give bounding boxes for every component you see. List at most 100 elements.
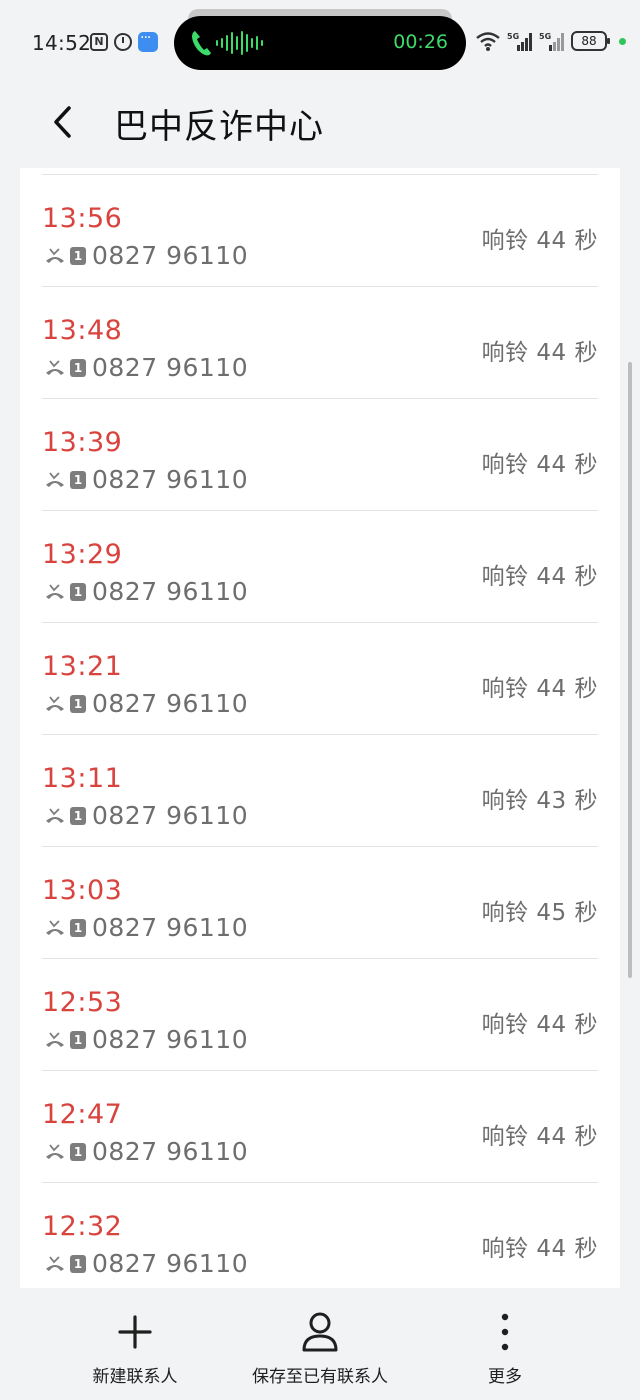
call-number: 0827 96110 [92, 465, 249, 494]
call-log-row[interactable]: 13:39 1 0827 96110 响铃 44 秒 [20, 399, 620, 511]
new-contact-label: 新建联系人 [92, 1367, 178, 1387]
wifi-icon [476, 32, 500, 51]
privacy-indicator-dot [619, 37, 626, 45]
status-time: 14:52 [32, 31, 92, 55]
call-log-row[interactable]: 12:47 1 0827 96110 响铃 44 秒 [20, 1071, 620, 1183]
sim-icon: 1 [70, 806, 86, 825]
battery-icon: 88 [571, 31, 610, 51]
sim-icon: 1 [70, 694, 86, 713]
call-time: 13:56 [42, 203, 123, 234]
sim-icon: 1 [70, 1030, 86, 1049]
new-contact-button[interactable]: 新建联系人 [90, 1308, 180, 1387]
call-duration: 响铃 43 秒 [481, 788, 598, 814]
call-time: 13:21 [42, 651, 123, 682]
missed-call-icon [46, 247, 64, 263]
call-number: 0827 96110 [92, 577, 249, 606]
call-time: 13:03 [42, 875, 123, 906]
call-log-row[interactable]: 12:32 1 0827 96110 响铃 44 秒 [20, 1183, 620, 1288]
call-duration: 响铃 44 秒 [481, 1124, 598, 1150]
call-duration: 响铃 44 秒 [481, 340, 598, 366]
call-time: 13:48 [42, 315, 123, 346]
call-log-row[interactable]: 13:11 1 0827 96110 响铃 43 秒 [20, 735, 620, 847]
call-details: 1 0827 96110 [44, 913, 248, 942]
call-duration: 响铃 44 秒 [481, 564, 598, 590]
call-number: 0827 96110 [92, 1249, 249, 1278]
back-button[interactable] [40, 100, 84, 144]
call-number: 0827 96110 [92, 801, 249, 830]
call-number: 0827 96110 [92, 241, 249, 270]
call-time: 12:47 [42, 1099, 123, 1130]
call-details: 1 0827 96110 [44, 241, 248, 270]
call-details: 1 0827 96110 [44, 1249, 248, 1278]
call-duration: 响铃 44 秒 [481, 1012, 598, 1038]
sim-icon: 1 [70, 918, 86, 937]
voice-wave-icon [216, 30, 263, 56]
status-left-icons: N [90, 30, 158, 52]
call-log-row[interactable]: 13:48 1 0827 96110 响铃 44 秒 [20, 287, 620, 399]
call-details: 1 0827 96110 [44, 353, 248, 382]
signal-5g-icon: 5G [507, 32, 532, 51]
call-duration: 响铃 44 秒 [481, 452, 598, 478]
title-bar: 巴中反诈中心 [0, 86, 640, 166]
signal-5g-icon: 5G [539, 32, 564, 51]
call-number: 0827 96110 [92, 689, 249, 718]
scrollbar[interactable] [628, 362, 632, 978]
call-details: 1 0827 96110 [44, 1137, 248, 1166]
plus-icon [118, 1315, 152, 1349]
missed-call-icon [46, 1031, 64, 1047]
nfc-icon: N [90, 33, 108, 51]
sim-icon: 1 [70, 358, 86, 377]
svg-text:5G: 5G [507, 32, 519, 41]
person-icon [302, 1312, 338, 1352]
call-timer: 00:26 [393, 31, 448, 53]
call-number: 0827 96110 [92, 1025, 249, 1054]
call-duration: 响铃 44 秒 [481, 228, 598, 254]
message-icon [138, 30, 158, 52]
sim-icon: 1 [70, 246, 86, 265]
missed-call-icon [46, 471, 64, 487]
status-bar: 14:52 N 00:26 5G 5G [0, 0, 640, 86]
call-duration: 响铃 45 秒 [481, 900, 598, 926]
missed-call-icon [46, 583, 64, 599]
save-to-existing-contact-button[interactable]: 保存至已有联系人 [246, 1308, 394, 1387]
page-title: 巴中反诈中心 [114, 107, 324, 147]
more-vertical-icon [501, 1313, 509, 1351]
bottom-toolbar: 新建联系人 保存至已有联系人 更多 [0, 1290, 640, 1400]
call-time: 12:53 [42, 987, 123, 1018]
call-number: 0827 96110 [92, 353, 249, 382]
call-history-list[interactable]: 13:56 1 0827 96110 响铃 44 秒 13:48 1 0827 96110 响… [20, 168, 620, 1288]
missed-call-icon [46, 1143, 64, 1159]
back-arrow-icon [54, 106, 71, 138]
more-button[interactable]: 更多 [475, 1308, 535, 1387]
sim-icon: 1 [70, 470, 86, 489]
phone-icon [192, 31, 211, 56]
missed-call-icon [46, 695, 64, 711]
call-time: 13:11 [42, 763, 123, 794]
call-log-row[interactable]: 13:03 1 0827 96110 响铃 45 秒 [20, 847, 620, 959]
sim-icon: 1 [70, 1254, 86, 1273]
call-log-row[interactable]: 12:53 1 0827 96110 响铃 44 秒 [20, 959, 620, 1071]
sim-icon: 1 [70, 582, 86, 601]
missed-call-icon [46, 919, 64, 935]
call-details: 1 0827 96110 [44, 465, 248, 494]
call-details: 1 0827 96110 [44, 1025, 248, 1054]
more-label: 更多 [488, 1367, 522, 1387]
alarm-icon [114, 33, 132, 51]
missed-call-icon [46, 359, 64, 375]
call-details: 1 0827 96110 [44, 689, 248, 718]
sim-icon: 1 [70, 1142, 86, 1161]
call-time: 13:39 [42, 427, 123, 458]
call-log-row[interactable]: 13:56 1 0827 96110 响铃 44 秒 [20, 175, 620, 287]
call-time: 13:29 [42, 539, 123, 570]
call-details: 1 0827 96110 [44, 801, 248, 830]
call-log-row[interactable]: 13:21 1 0827 96110 响铃 44 秒 [20, 623, 620, 735]
call-log-row[interactable]: 13:29 1 0827 96110 响铃 44 秒 [20, 511, 620, 623]
missed-call-icon [46, 1255, 64, 1271]
call-details: 1 0827 96110 [44, 577, 248, 606]
ongoing-call-pill[interactable]: 00:26 [174, 16, 466, 70]
svg-text:5G: 5G [539, 32, 551, 41]
save-to-existing-label: 保存至已有联系人 [252, 1367, 388, 1387]
call-number: 0827 96110 [92, 913, 249, 942]
status-right-icons: 5G 5G 88 [475, 30, 626, 52]
call-time: 12:32 [42, 1211, 123, 1242]
